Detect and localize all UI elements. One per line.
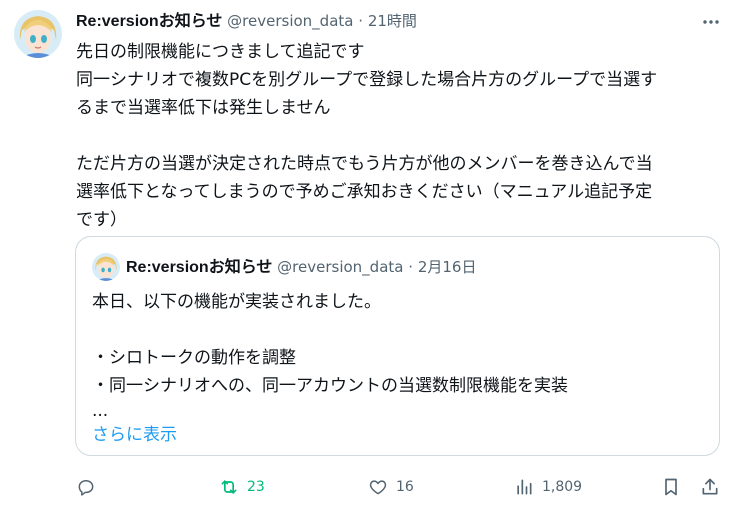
tweet-line: 先日の制限機能につきまして追記です [76, 42, 365, 62]
tweet-line: ただ片方の当選が決定された時点でもう片方が他のメンバーを巻き込んで当 [76, 154, 653, 174]
bookmark-button[interactable] [661, 474, 681, 500]
heart-icon [369, 480, 387, 495]
like-button[interactable]: 16 [368, 474, 414, 500]
quote-line: ・同一シナリオへの、同一アカウントの当選数制限機能を実装 [92, 376, 568, 396]
tweet-line: です） [76, 210, 127, 230]
retweet-icon [221, 480, 237, 494]
author-avatar[interactable] [14, 10, 62, 58]
quote-line: ... [92, 401, 109, 421]
more-options-button[interactable] [699, 10, 723, 34]
show-more-link[interactable]: さらに表示 [92, 422, 568, 448]
reply-icon [78, 480, 94, 496]
quote-line: 本日、以下の機能が実装されました。 [92, 292, 381, 312]
tweet-time[interactable]: 21時間 [368, 12, 417, 30]
quote-line: ・シロトークの動作を調整 [92, 348, 296, 368]
quote-header: Re:versionお知らせ @reversion_data · 2月16日 [126, 257, 476, 278]
more-icon [703, 20, 719, 24]
bookmark-icon [665, 478, 677, 496]
views-count: 1,809 [542, 479, 583, 495]
retweet-button[interactable]: 23 [219, 474, 265, 500]
quote-line [92, 316, 568, 344]
quoted-tweet[interactable]: Re:versionお知らせ @reversion_data · 2月16日 本… [75, 236, 720, 456]
quote-author-name: Re:versionお知らせ [126, 259, 273, 276]
author-handle[interactable]: @reversion_data [227, 12, 353, 30]
header-separator: · [358, 12, 364, 30]
tweet-line: るまで当選率低下は発生しません [76, 98, 331, 118]
retweet-count: 23 [247, 479, 265, 495]
tweet-actions: 23 16 1,809 [74, 474, 724, 500]
tweet-header: Re:versionお知らせ @reversion_data · 21時間 [76, 11, 417, 32]
tweet-line: 同一シナリオで複数PCを別グループで登録した場合片方のグループで当選す [76, 70, 658, 90]
quote-author-handle: @reversion_data [277, 258, 404, 276]
quote-separator: · [408, 258, 414, 276]
reply-button[interactable] [76, 474, 96, 500]
like-count: 16 [396, 479, 414, 495]
author-name[interactable]: Re:versionお知らせ [76, 13, 222, 30]
tweet-line [76, 122, 726, 150]
share-button[interactable] [700, 474, 720, 500]
views-button[interactable]: 1,809 [514, 474, 582, 500]
quote-date: 2月16日 [417, 258, 477, 276]
tweet-text: 先日の制限機能につきまして追記です 同一シナリオで複数PCを別グループで登録した… [76, 38, 726, 234]
share-icon [702, 478, 718, 495]
quote-text: 本日、以下の機能が実装されました。 ・シロトークの動作を調整 ・同一シナリオへの… [92, 288, 568, 448]
tweet-line: 選率低下となってしまうので予めご承知おきください（マニュアル追記予定 [76, 182, 653, 202]
views-icon [517, 479, 532, 495]
quote-author-avatar[interactable] [92, 253, 120, 281]
